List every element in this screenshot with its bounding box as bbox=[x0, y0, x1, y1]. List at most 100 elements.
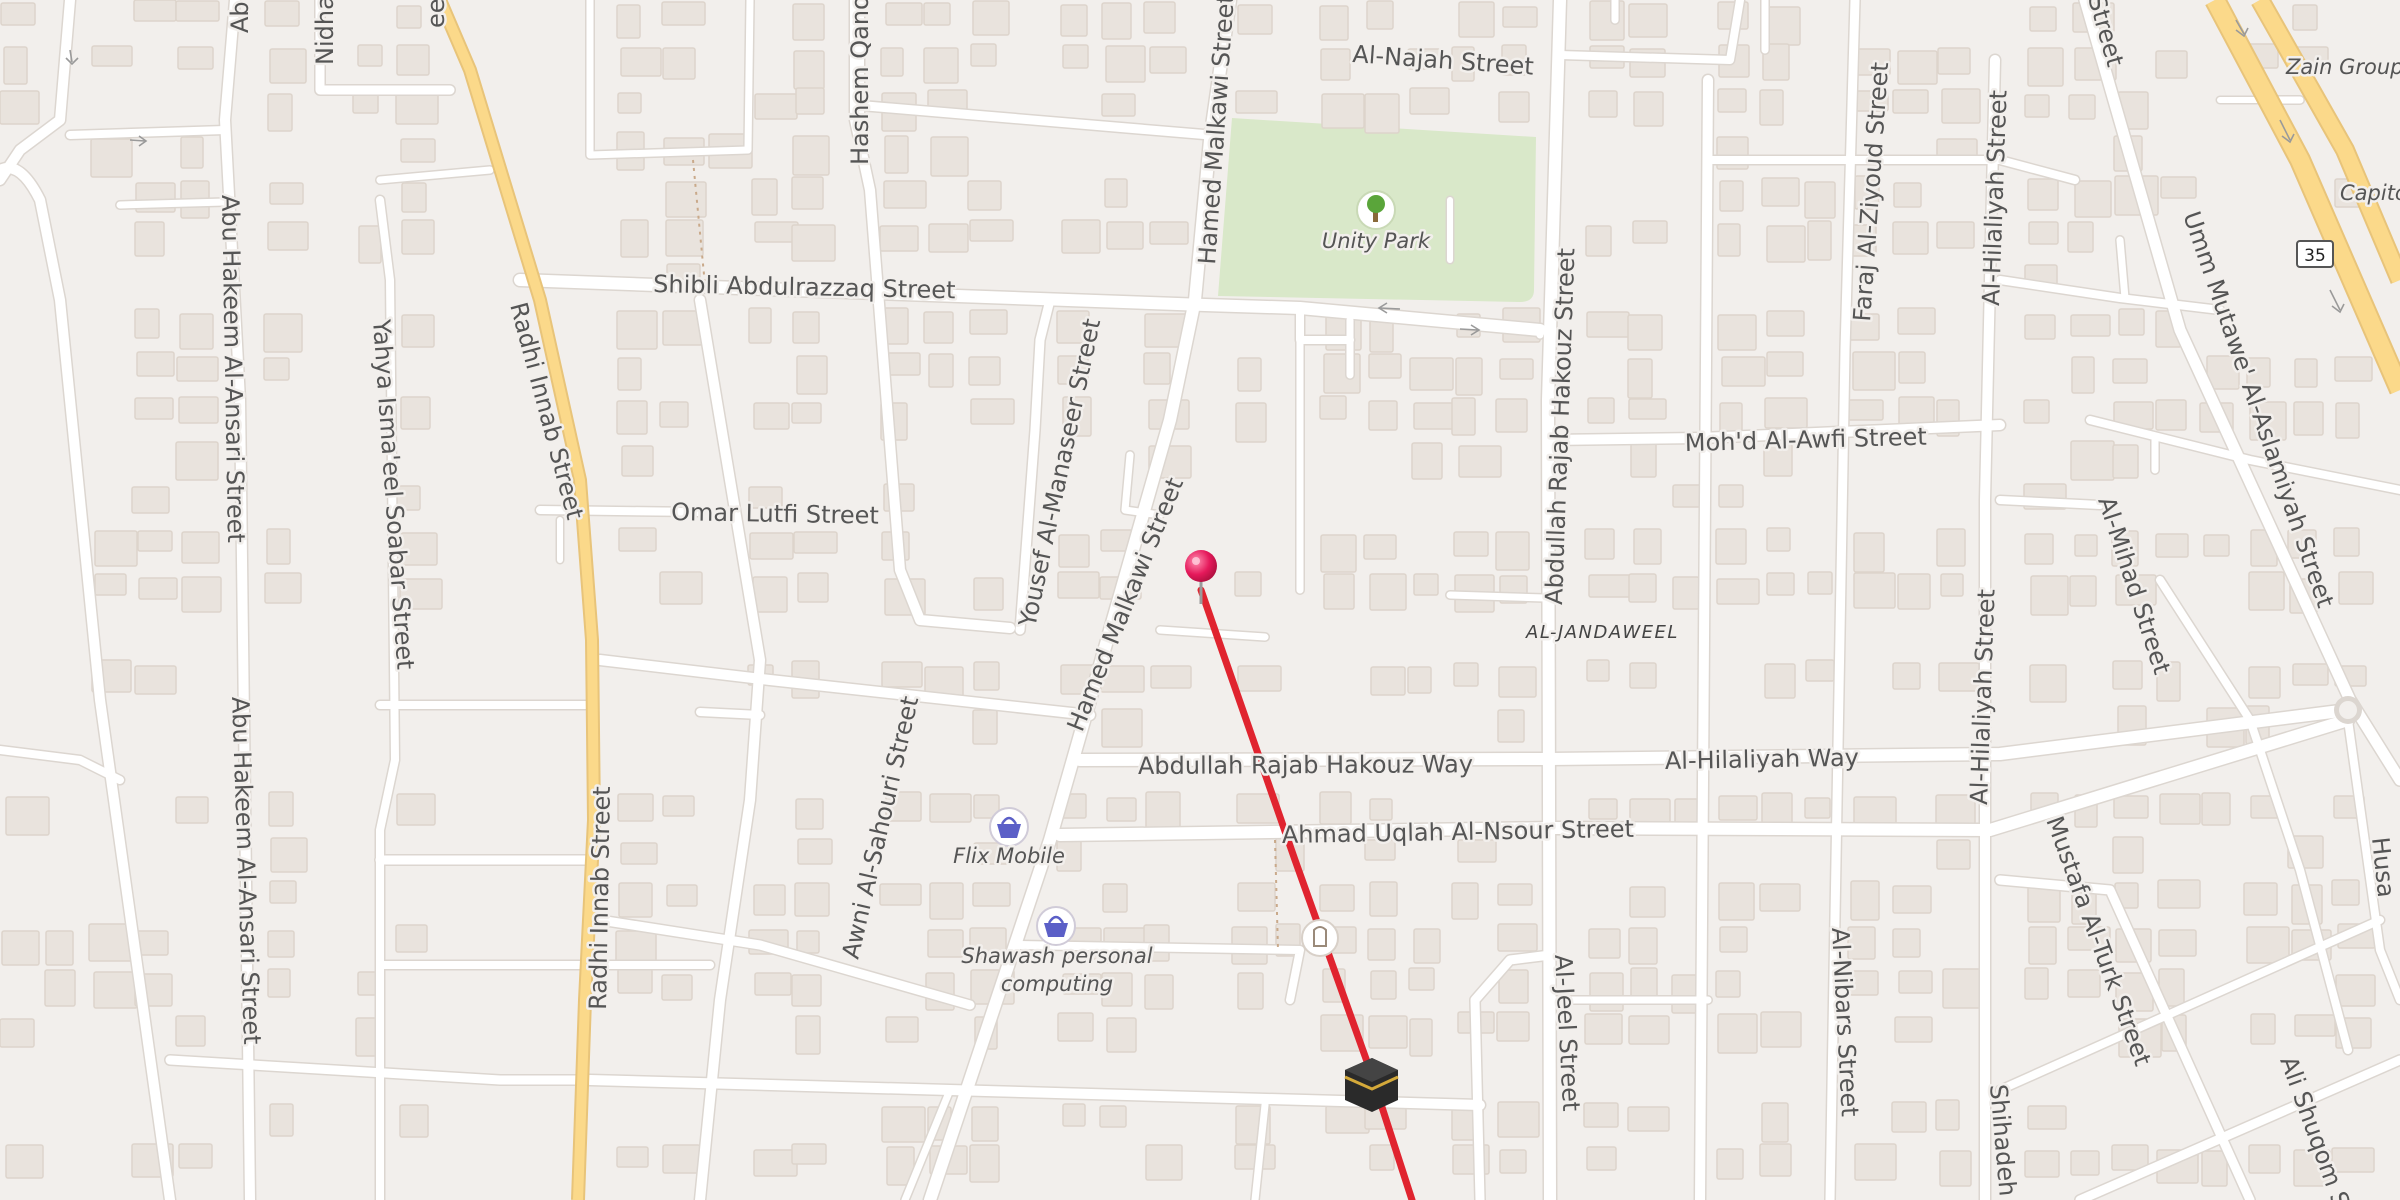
building bbox=[1936, 528, 1966, 567]
building bbox=[1761, 177, 1800, 207]
building bbox=[754, 93, 798, 120]
street-label-hashem-qano: Hashem Qano bbox=[846, 0, 874, 165]
building bbox=[1589, 972, 1624, 1012]
building bbox=[1585, 225, 1612, 257]
building bbox=[1497, 923, 1538, 952]
building bbox=[2112, 660, 2143, 690]
building bbox=[2335, 974, 2376, 1007]
building bbox=[930, 136, 969, 177]
route-shield-label: 35 bbox=[2304, 246, 2326, 266]
building bbox=[396, 44, 430, 76]
building bbox=[268, 791, 294, 827]
building bbox=[1102, 883, 1128, 913]
building bbox=[968, 356, 1001, 386]
building bbox=[1408, 967, 1435, 991]
building bbox=[618, 882, 653, 918]
building bbox=[176, 356, 219, 382]
building bbox=[793, 50, 825, 90]
building bbox=[1715, 970, 1741, 998]
building bbox=[1629, 886, 1666, 918]
building bbox=[1764, 663, 1796, 699]
building bbox=[2024, 967, 2049, 1000]
building bbox=[791, 1143, 827, 1165]
poi-capital[interactable]: Capito bbox=[2338, 179, 2400, 208]
building bbox=[929, 793, 972, 823]
building bbox=[138, 577, 178, 600]
building bbox=[1942, 968, 1985, 1009]
building bbox=[661, 974, 693, 1001]
building bbox=[2203, 534, 2230, 557]
building bbox=[792, 311, 820, 344]
building bbox=[617, 92, 642, 114]
building bbox=[1891, 1101, 1927, 1133]
building bbox=[1584, 1013, 1623, 1045]
building bbox=[1320, 534, 1357, 573]
building bbox=[1718, 484, 1744, 508]
building bbox=[2333, 527, 2360, 557]
poi-label-unity-park: Unity Park bbox=[1322, 229, 1431, 253]
building bbox=[134, 397, 174, 420]
building bbox=[972, 0, 1010, 36]
building bbox=[2023, 399, 2050, 424]
poi-place-of-worship[interactable] bbox=[1301, 919, 1339, 957]
building bbox=[1936, 221, 1975, 249]
building bbox=[0, 90, 40, 125]
building bbox=[1807, 571, 1833, 595]
building bbox=[2155, 50, 2188, 79]
building bbox=[1497, 1101, 1540, 1138]
building bbox=[2248, 1144, 2281, 1174]
building bbox=[753, 1149, 798, 1177]
building bbox=[1413, 402, 1455, 430]
building bbox=[1325, 1105, 1370, 1134]
building bbox=[1453, 662, 1479, 687]
building bbox=[2030, 575, 2069, 616]
building bbox=[1759, 1143, 1792, 1177]
building bbox=[1458, 1, 1495, 38]
building bbox=[797, 572, 829, 603]
building bbox=[2027, 47, 2064, 87]
building bbox=[1498, 91, 1530, 123]
building bbox=[1766, 225, 1806, 263]
building bbox=[1628, 1015, 1670, 1045]
building bbox=[665, 181, 707, 218]
building bbox=[178, 1143, 213, 1169]
building bbox=[401, 182, 427, 213]
building bbox=[2074, 534, 2098, 557]
building bbox=[1149, 221, 1189, 245]
building bbox=[1716, 578, 1760, 605]
street-label-al-hilaliyah-way: Al-Hilaliyah Way bbox=[1665, 744, 1859, 775]
building bbox=[1496, 1011, 1530, 1042]
building bbox=[2067, 221, 2094, 253]
map-canvas[interactable]: Al-Najah Street Hashem Qano Hamed Malkaw… bbox=[0, 0, 2400, 1200]
building bbox=[1237, 665, 1282, 692]
building bbox=[1719, 926, 1748, 953]
building bbox=[753, 884, 786, 916]
building bbox=[2155, 399, 2187, 431]
building bbox=[5, 1144, 44, 1179]
building bbox=[1766, 572, 1795, 596]
building bbox=[1499, 358, 1534, 380]
building bbox=[662, 47, 696, 80]
building bbox=[93, 971, 138, 1009]
building bbox=[2292, 4, 2318, 31]
poi-zain-group[interactable]: Zain Group bbox=[2283, 53, 2400, 82]
building bbox=[90, 138, 133, 178]
building bbox=[2294, 1014, 2336, 1037]
building bbox=[1061, 219, 1101, 254]
building bbox=[1937, 47, 1971, 75]
building bbox=[2113, 795, 2149, 819]
building bbox=[795, 87, 825, 115]
building bbox=[396, 5, 422, 29]
building bbox=[1940, 573, 1964, 597]
building bbox=[616, 1146, 649, 1168]
building bbox=[1319, 5, 1349, 41]
building bbox=[617, 968, 653, 994]
building bbox=[2159, 793, 2201, 825]
building bbox=[1892, 662, 1921, 690]
building bbox=[1409, 87, 1450, 115]
building bbox=[1588, 928, 1621, 959]
road-segment bbox=[1446, 591, 1549, 602]
building bbox=[179, 313, 214, 350]
building bbox=[1587, 397, 1615, 424]
building bbox=[136, 351, 175, 377]
